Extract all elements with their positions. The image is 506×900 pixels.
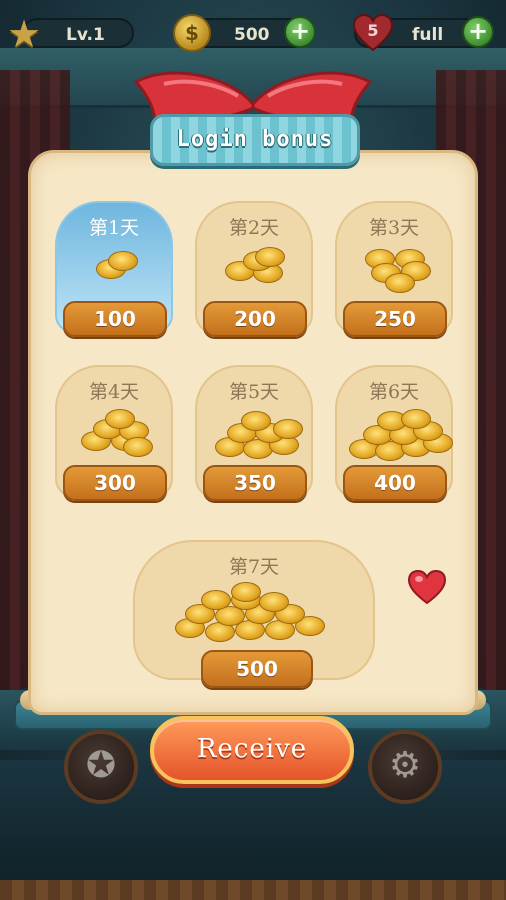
day-card[interactable]: 第1天 100 [55,201,173,337]
day-label: 第1天 [88,217,140,239]
plus-icon: + [289,17,311,45]
heart-icon [407,569,447,605]
day-card[interactable]: 第6天 400 [335,365,453,501]
day-card[interactable]: 第4天 300 [55,365,173,501]
stage-floor-edge [0,880,506,900]
coin-icon: $ [173,14,211,52]
day-card[interactable]: 第2天 200 [195,201,313,337]
lives-status: full [412,25,444,45]
reward-amount: 200 [203,301,307,337]
coin-icon [401,409,431,429]
coin-icon [201,590,231,610]
day-label: 第3天 [368,217,420,239]
coin-icon [123,437,153,457]
coin-icon [105,409,135,429]
coin-icon [273,419,303,439]
day-label: 第7天 [228,556,280,578]
day-card-7[interactable]: 第7天 500 [133,540,375,688]
receive-button[interactable]: Receive [150,716,354,784]
coin-stack [57,407,171,473]
medal-icon: ✪ [85,745,117,786]
coin-stack [337,407,453,473]
coin-icon [255,247,285,267]
coin-icon [241,411,271,431]
reward-amount: 350 [203,465,307,501]
star-icon: ★ [6,12,42,56]
panel-title: Login bonus [176,127,334,152]
plus-icon: + [467,17,489,45]
reward-amount: 100 [63,301,167,337]
coin-icon [259,592,289,612]
coin-icon [385,273,415,293]
reward-amount: 500 [201,650,313,688]
coin-count: 500 [234,25,270,45]
level-text: Lv.1 [66,25,105,45]
add-lives-button[interactable]: + [462,16,494,48]
settings-button[interactable]: ⚙ [368,730,442,804]
add-coins-button[interactable]: + [284,16,316,48]
coin-icon [108,251,138,271]
achievement-button[interactable]: ✪ [64,730,138,804]
day-card[interactable]: 第3天 250 [335,201,453,337]
coin-icon [231,582,261,602]
day-label: 第6天 [368,381,420,403]
day-label: 第5天 [228,381,280,403]
reward-amount: 400 [343,465,447,501]
coin-stack [135,582,373,652]
coin-stack [197,407,311,473]
login-bonus-panel: 第1天 100 第2天 200 第3天 250 第4天 300 第5天 350 第6天 40… [28,150,478,715]
coin-stack [337,243,451,309]
day-card[interactable]: 第5天 350 [195,365,313,501]
reward-amount: 300 [63,465,167,501]
day-label: 第2天 [228,217,280,239]
title-banner: Login bonus [150,114,360,166]
heart-icon: 5 [352,12,394,54]
coin-stack [57,243,171,309]
gear-icon: ⚙ [388,745,422,786]
coin-stack [197,243,311,309]
day-label: 第4天 [88,381,140,403]
reward-amount: 250 [343,301,447,337]
lives-count: 5 [367,21,379,40]
